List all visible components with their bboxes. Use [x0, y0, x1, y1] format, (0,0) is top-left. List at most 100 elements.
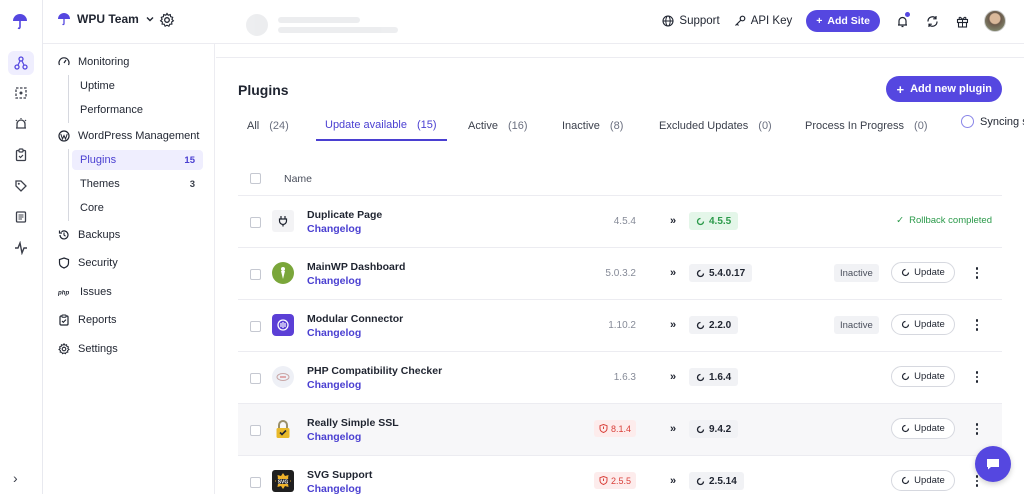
add-new-plugin-button[interactable]: + Add new plugin [885, 76, 1002, 102]
row-checkbox[interactable] [250, 269, 261, 280]
changelog-link[interactable]: Changelog [307, 379, 361, 391]
sidebar-item-settings[interactable]: Settings [58, 343, 118, 355]
plugin-name: Duplicate Page [307, 209, 383, 221]
sidebar-item-security[interactable]: Security [58, 257, 118, 269]
user-avatar[interactable] [984, 10, 1006, 32]
tab-active[interactable]: Active (16) [468, 110, 528, 141]
sites-nav-icon[interactable] [8, 51, 34, 75]
tab-inactive[interactable]: Inactive (8) [562, 110, 623, 141]
refresh-button[interactable] [924, 13, 940, 29]
update-circle-icon [696, 373, 705, 381]
team-switcher[interactable]: WPU Team [57, 12, 155, 26]
changelog-link[interactable]: Changelog [307, 431, 361, 443]
row-checkbox[interactable] [250, 477, 261, 488]
php-checker-logo-icon [272, 366, 294, 388]
changelog-link[interactable]: Changelog [307, 483, 361, 494]
tab-all[interactable]: All (24) [247, 110, 289, 141]
row-checkbox[interactable] [250, 373, 261, 384]
sidebar-item-uptime[interactable]: Uptime [72, 76, 203, 96]
update-circle-icon [696, 321, 705, 329]
plugin-name: PHP Compatibility Checker [307, 365, 443, 377]
sidebar-item-wordpress-management[interactable]: WordPress Management [58, 130, 199, 142]
check-icon: ✓ [896, 215, 905, 226]
add-site-button[interactable]: + Add Site [806, 10, 880, 32]
main-content: Plugins + Add new plugin All (24) Update … [216, 44, 1024, 494]
row-checkbox[interactable] [250, 217, 261, 228]
tab-process-in-progress[interactable]: Process In Progress (0) [805, 110, 928, 141]
gift-button[interactable] [954, 13, 970, 29]
vulnerable-version-badge: 8.1.4 [593, 420, 636, 437]
more-options-icon[interactable] [973, 420, 981, 438]
sidebar-item-performance[interactable]: Performance [72, 100, 203, 120]
rollback-status: ✓ Rollback completed [896, 215, 992, 226]
notifications-button[interactable] [894, 12, 910, 29]
gift-icon [956, 16, 968, 28]
update-circle-icon [902, 372, 910, 381]
table-row: Really Simple SSL Changelog 8.1.4 » 9.4.… [238, 404, 1002, 456]
settings-gear-icon [58, 343, 70, 355]
shield-icon [58, 257, 70, 269]
report-nav-icon[interactable] [8, 205, 34, 229]
mainwp-logo-icon [272, 262, 294, 284]
umbrella-logo-icon [13, 14, 27, 30]
clipboard-nav-icon[interactable] [8, 143, 34, 167]
sidebar-item-reports[interactable]: Reports [58, 314, 117, 326]
plus-icon: + [816, 15, 823, 27]
dashboard-nav-icon[interactable] [8, 81, 34, 105]
sidebar-item-backups[interactable]: Backups [58, 229, 120, 241]
new-version-badge: 2.5.14 [689, 472, 744, 490]
support-label: Support [679, 15, 720, 27]
tab-excluded-updates[interactable]: Excluded Updates (0) [659, 110, 772, 141]
more-options-icon[interactable] [973, 368, 981, 386]
svg-text:SVG: SVG [278, 479, 289, 485]
api-key-label: API Key [750, 15, 793, 27]
modular-logo-icon [272, 314, 294, 336]
select-all-checkbox[interactable] [250, 173, 261, 184]
update-button[interactable]: Update [891, 262, 955, 283]
sidebar-item-plugins[interactable]: Plugins 15 [72, 150, 203, 170]
sidebar-item-themes[interactable]: Themes 3 [72, 174, 203, 194]
alerts-nav-icon[interactable] [8, 112, 34, 136]
new-version-badge: 5.4.0.17 [689, 264, 753, 282]
tab-update-available[interactable]: Update available (15) [316, 110, 447, 141]
sidebar-item-core[interactable]: Core [72, 198, 203, 218]
table-row: Duplicate Page Changelog 4.5.4 » 4.5.5 ✓… [238, 196, 1002, 248]
current-version: 5.0.3.2 [605, 268, 636, 279]
update-button[interactable]: Update [891, 366, 955, 387]
plugins-count-badge: 15 [184, 154, 195, 166]
update-circle-icon [696, 477, 705, 485]
top-bar: WPU Team Support API Key + Add Site [43, 0, 1024, 44]
changelog-link[interactable]: Changelog [307, 223, 361, 235]
tag-nav-icon[interactable] [8, 174, 34, 198]
more-options-icon[interactable] [973, 316, 981, 334]
current-version: 4.5.4 [613, 216, 636, 227]
sidebar-item-issues[interactable]: php Issues [58, 286, 112, 298]
row-checkbox[interactable] [250, 425, 261, 436]
chat-support-button[interactable] [975, 446, 1011, 482]
update-circle-icon [902, 476, 910, 485]
update-circle-icon [902, 268, 910, 277]
changelog-link[interactable]: Changelog [307, 327, 361, 339]
update-button[interactable]: Update [891, 470, 955, 491]
double-chevron-right-icon: » [670, 371, 677, 383]
changelog-link[interactable]: Changelog [307, 275, 361, 287]
new-version-badge: 1.6.4 [689, 368, 739, 386]
expand-sidebar-icon[interactable]: › [13, 470, 18, 486]
update-button[interactable]: Update [891, 314, 955, 335]
backup-icon [58, 230, 69, 240]
api-key-link[interactable]: API Key [734, 15, 793, 27]
activity-nav-icon[interactable] [8, 236, 34, 260]
update-button[interactable]: Update [891, 418, 955, 439]
update-circle-icon [696, 425, 705, 433]
gear-icon[interactable] [159, 12, 175, 28]
shield-alert-icon [599, 424, 608, 433]
plug-icon [272, 210, 294, 232]
support-link[interactable]: Support [662, 15, 720, 27]
plugin-name: Modular Connector [307, 313, 404, 325]
table-row: MainWP Dashboard Changelog 5.0.3.2 » 5.4… [238, 248, 1002, 300]
more-options-icon[interactable] [973, 264, 981, 282]
plugin-tabs: All (24) Update available (15) Active (16) … [236, 110, 1024, 142]
row-checkbox[interactable] [250, 321, 261, 332]
spinner-icon [961, 115, 974, 128]
sidebar-item-monitoring[interactable]: Monitoring [58, 56, 129, 68]
